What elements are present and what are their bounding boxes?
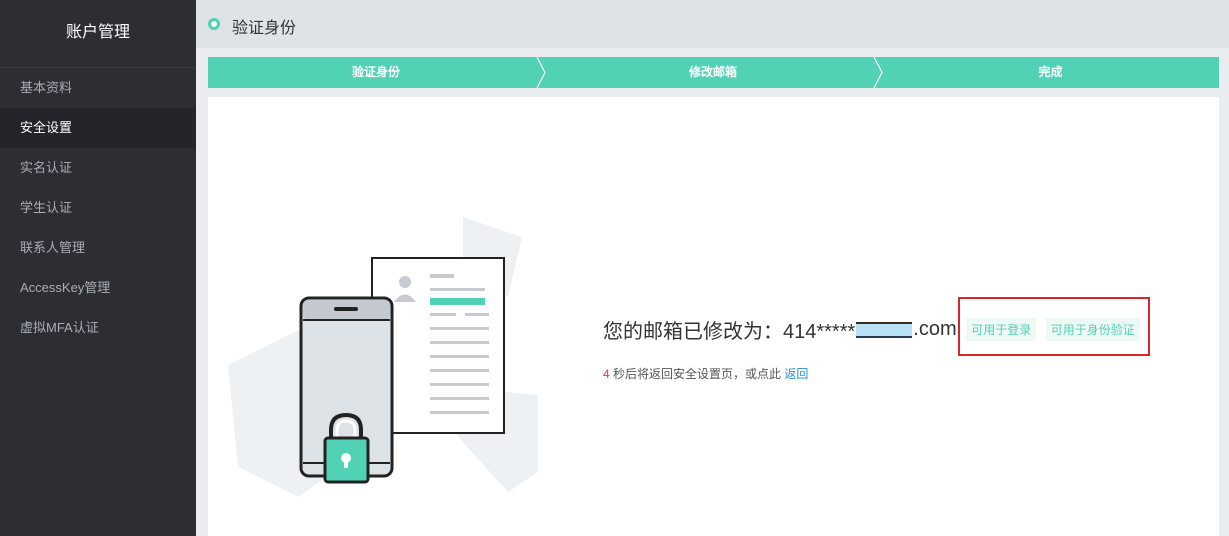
main-panel: 您的邮箱已修改为：414***** .com 可用于登录 可用于身份验证 4 秒后… — [208, 97, 1219, 536]
countdown-seconds: 4 — [603, 367, 610, 381]
sidebar-item-security-settings[interactable]: 安全设置 — [0, 108, 196, 148]
message-prefix: 您的邮箱已修改为：414***** — [603, 321, 856, 343]
sidebar-item-virtual-mfa[interactable]: 虚拟MFA认证 — [0, 308, 196, 348]
countdown-text: 秒后将返回安全设置页，或点此 — [609, 367, 785, 381]
sidebar-item-accesskey[interactable]: AccessKey管理 — [0, 268, 196, 308]
page-header: 验证身份 — [196, 0, 1229, 48]
sidebar-menu: 基本资料 安全设置 实名认证 学生认证 联系人管理 AccessKey管理 虚拟… — [0, 68, 196, 348]
step-change-email: 修改邮箱 — [688, 65, 737, 79]
sidebar-title: 账户管理 — [0, 0, 196, 68]
countdown-message: 4 秒后将返回安全设置页，或点此 返回 — [603, 365, 808, 382]
header-circle-icon — [208, 18, 220, 30]
phone-lock-illustration — [228, 217, 538, 497]
return-link[interactable]: 返回 — [784, 367, 808, 381]
sidebar-item-real-name-auth[interactable]: 实名认证 — [0, 148, 196, 188]
page-title: 验证身份 — [232, 20, 297, 37]
message-suffix: .com — [913, 318, 957, 340]
progress-steps: 验证身份 修改邮箱 完成 — [208, 57, 1219, 88]
step-complete: 完成 — [1038, 65, 1063, 79]
highlight-annotation-box — [958, 297, 1150, 356]
sidebar-item-student-auth[interactable]: 学生认证 — [0, 188, 196, 228]
sidebar-item-contacts[interactable]: 联系人管理 — [0, 228, 196, 268]
email-redaction-mask — [856, 321, 913, 338]
step-verify-identity: 验证身份 — [351, 65, 400, 79]
sidebar: 账户管理 基本资料 安全设置 实名认证 学生认证 联系人管理 AccessKey… — [0, 0, 196, 536]
sidebar-item-basic-info[interactable]: 基本资料 — [0, 68, 196, 108]
